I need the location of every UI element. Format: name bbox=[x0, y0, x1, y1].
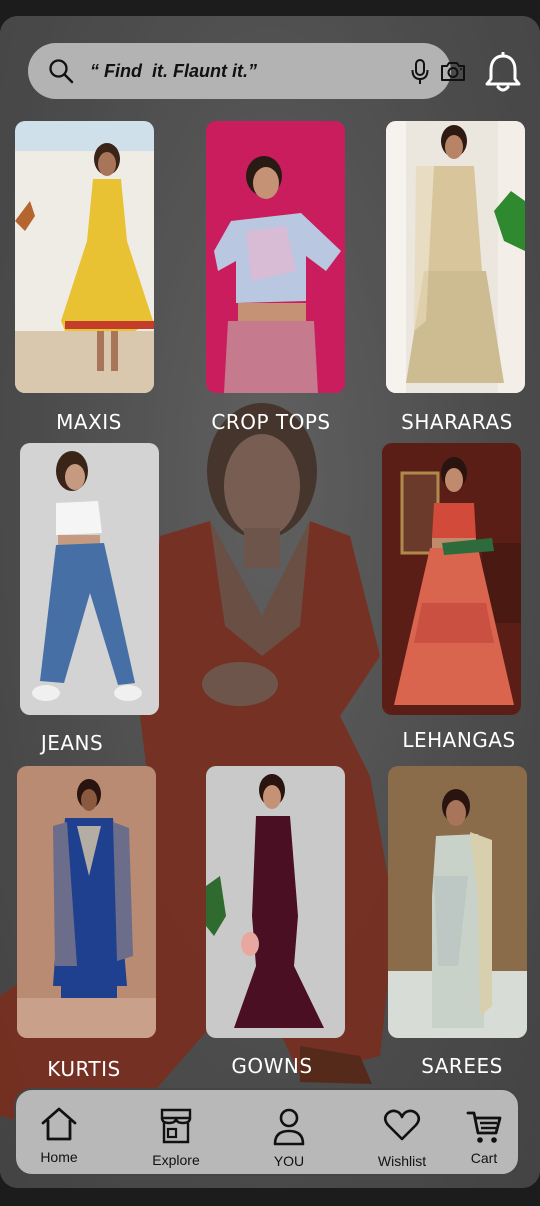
crop-tops-image bbox=[206, 121, 345, 393]
kurtis-image bbox=[17, 766, 156, 1038]
nav-label-wishlist[interactable]: Wishlist bbox=[367, 1153, 437, 1169]
heart-icon bbox=[383, 1109, 421, 1141]
category-label-maxis[interactable]: MAXIS bbox=[15, 410, 163, 434]
jeans-image bbox=[20, 443, 159, 715]
category-tile-shararas[interactable] bbox=[386, 121, 525, 393]
maxis-image bbox=[15, 121, 154, 393]
nav-label-cart[interactable]: Cart bbox=[454, 1150, 514, 1166]
nav-label-home[interactable]: Home bbox=[24, 1149, 94, 1165]
mic-icon[interactable] bbox=[410, 58, 430, 86]
bell-icon[interactable] bbox=[484, 52, 522, 94]
home-icon bbox=[41, 1107, 77, 1141]
category-tile-sarees[interactable] bbox=[388, 766, 527, 1038]
sarees-image bbox=[388, 766, 527, 1038]
nav-item-explore[interactable]: Explore bbox=[141, 1090, 211, 1174]
bottom-nav: Home Explore YOU Wishlist Cart bbox=[14, 1088, 520, 1176]
category-label-lehangas[interactable]: LEHANGAS bbox=[392, 728, 526, 752]
category-tile-lehangas[interactable] bbox=[382, 443, 521, 715]
cart-icon bbox=[466, 1111, 502, 1143]
category-label-kurtis[interactable]: KURTIS bbox=[17, 1057, 151, 1081]
category-tile-kurtis[interactable] bbox=[17, 766, 156, 1038]
category-label-jeans[interactable]: JEANS bbox=[20, 731, 124, 755]
category-label-gowns[interactable]: GOWNS bbox=[206, 1054, 338, 1078]
search-bar[interactable] bbox=[28, 43, 465, 99]
category-tile-crop-tops[interactable] bbox=[206, 121, 345, 393]
nav-item-you[interactable]: YOU bbox=[254, 1090, 324, 1174]
app-screen: MAXIS CROP TOPS SHARARAS bbox=[0, 16, 540, 1188]
camera-icon[interactable] bbox=[440, 60, 466, 82]
category-tile-gowns[interactable] bbox=[206, 766, 345, 1038]
search-input[interactable] bbox=[90, 57, 390, 85]
shararas-image bbox=[386, 121, 525, 393]
nav-label-explore[interactable]: Explore bbox=[141, 1152, 211, 1168]
user-icon bbox=[273, 1108, 305, 1146]
nav-item-wishlist[interactable]: Wishlist bbox=[367, 1090, 437, 1174]
lehangas-image bbox=[382, 443, 521, 715]
store-icon bbox=[160, 1108, 192, 1144]
category-label-sarees[interactable]: SAREES bbox=[380, 1054, 540, 1078]
search-icon[interactable] bbox=[48, 58, 74, 84]
nav-item-cart[interactable]: Cart bbox=[454, 1090, 514, 1174]
category-label-shararas[interactable]: SHARARAS bbox=[386, 410, 528, 434]
category-label-crop-tops[interactable]: CROP TOPS bbox=[196, 410, 346, 434]
category-tile-jeans[interactable] bbox=[20, 443, 159, 715]
nav-item-home[interactable]: Home bbox=[24, 1090, 94, 1174]
gowns-image bbox=[206, 766, 345, 1038]
category-tile-maxis[interactable] bbox=[15, 121, 154, 393]
nav-label-you[interactable]: YOU bbox=[254, 1153, 324, 1169]
